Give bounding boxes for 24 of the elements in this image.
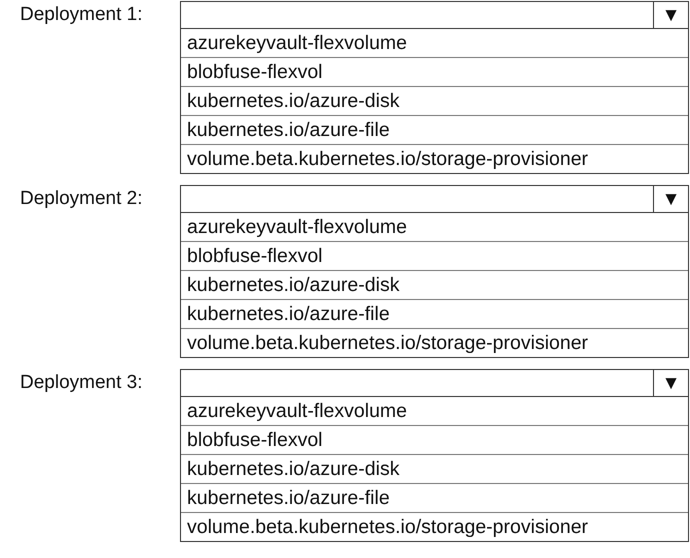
dropdown-option[interactable]: blobfuse-flexvol	[181, 241, 688, 270]
dropdown-arrow-button[interactable]: ▼	[653, 2, 688, 28]
dropdown-option[interactable]: kubernetes.io/azure-file	[181, 115, 688, 144]
dropdown-option[interactable]: azurekeyvault-flexvolume	[181, 213, 688, 241]
deployment-label: Deployment 1:	[19, 3, 144, 26]
deployment-label: Deployment 3:	[19, 371, 144, 394]
dropdown-option[interactable]: volume.beta.kubernetes.io/storage-provisioner	[181, 328, 688, 357]
dropdown-option[interactable]: blobfuse-flexvol	[181, 57, 688, 86]
dropdown-option[interactable]: azurekeyvault-flexvolume	[181, 29, 688, 57]
deployment-label: Deployment 2:	[19, 187, 144, 210]
dropdown-arrow-button[interactable]: ▼	[653, 370, 688, 396]
dropdown-option[interactable]: blobfuse-flexvol	[181, 425, 688, 454]
dropdown-option[interactable]: volume.beta.kubernetes.io/storage-provisioner	[181, 144, 688, 173]
dropdown-option[interactable]: kubernetes.io/azure-file	[181, 299, 688, 328]
dropdown-option[interactable]: kubernetes.io/azure-disk	[181, 454, 688, 483]
dropdown-arrow-button[interactable]: ▼	[653, 186, 688, 212]
dropdown-field[interactable]: ▼	[180, 1, 689, 29]
dropdown-option[interactable]: azurekeyvault-flexvolume	[181, 397, 688, 425]
dropdown-option[interactable]: kubernetes.io/azure-disk	[181, 86, 688, 115]
dropdown-field[interactable]: ▼	[180, 185, 689, 213]
dropdown-field[interactable]: ▼	[180, 369, 689, 397]
dropdown-option[interactable]: volume.beta.kubernetes.io/storage-provisioner	[181, 512, 688, 541]
dropdown-option[interactable]: kubernetes.io/azure-disk	[181, 270, 688, 299]
dropdown-option[interactable]: kubernetes.io/azure-file	[181, 483, 688, 512]
